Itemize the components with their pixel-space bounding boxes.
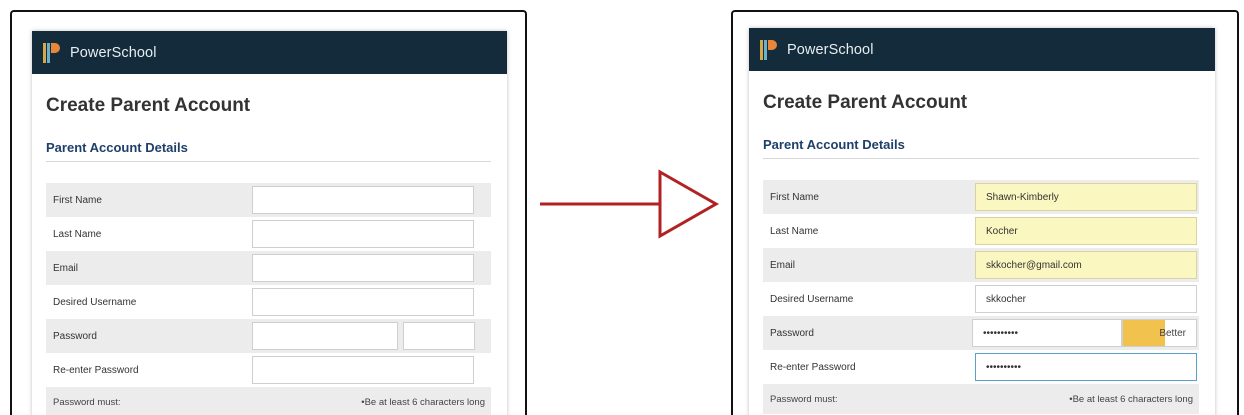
brand-name: PowerSchool <box>787 41 874 58</box>
password-rule: •Be at least 6 characters long <box>361 396 485 408</box>
reenter-password-row: Re-enter Password •••••••••• <box>763 350 1199 384</box>
first-name-label: First Name <box>770 191 819 203</box>
email-input[interactable] <box>252 254 474 282</box>
form-panel: PowerSchool Create Parent Account Parent… <box>749 28 1215 415</box>
password-row: Password <box>46 319 491 353</box>
section-title: Parent Account Details <box>46 140 188 155</box>
first-name-row: First Name Shawn-Kimberly <box>763 180 1199 214</box>
password-must-label: Password must: <box>770 393 838 405</box>
password-label: Password <box>770 327 814 339</box>
last-name-row: Last Name Kocher <box>763 214 1199 248</box>
username-label: Desired Username <box>53 296 137 308</box>
last-name-label: Last Name <box>53 228 102 240</box>
password-rule: •Be at least 6 characters long <box>1069 393 1193 405</box>
email-row: Email <box>46 251 491 285</box>
app-header: PowerSchool <box>32 31 507 74</box>
password-rules-row: Password must: •Be at least 6 characters… <box>46 387 491 415</box>
username-row: Desired Username <box>46 285 491 319</box>
first-name-input[interactable]: Shawn-Kimberly <box>975 183 1197 211</box>
reenter-password-input[interactable] <box>252 356 474 384</box>
email-label: Email <box>53 262 79 274</box>
username-input[interactable] <box>252 288 474 316</box>
account-form: First Name Last Name Email Desired Usern… <box>46 183 491 415</box>
page-title: Create Parent Account <box>763 92 968 113</box>
brand-name: PowerSchool <box>70 44 157 61</box>
email-label: Email <box>770 259 796 271</box>
app-header: PowerSchool <box>749 28 1215 71</box>
page-title: Create Parent Account <box>46 95 251 116</box>
password-label: Password <box>53 330 97 342</box>
empty-form-screenshot: PowerSchool Create Parent Account Parent… <box>10 10 527 415</box>
password-input[interactable]: •••••••••• <box>972 319 1122 347</box>
powerschool-logo-icon <box>42 42 60 64</box>
username-label: Desired Username <box>770 293 854 305</box>
last-name-row: Last Name <box>46 217 491 251</box>
email-row: Email skkocher@gmail.com <box>763 248 1199 282</box>
password-must-label: Password must: <box>53 396 121 408</box>
divider <box>763 158 1199 159</box>
form-panel: PowerSchool Create Parent Account Parent… <box>32 31 507 415</box>
password-rules-row: Password must: •Be at least 6 characters… <box>763 384 1199 414</box>
username-input[interactable]: skkocher <box>975 285 1197 313</box>
password-strength-meter <box>403 322 475 350</box>
email-input[interactable]: skkocher@gmail.com <box>975 251 1197 279</box>
reenter-password-label: Re-enter Password <box>770 361 856 373</box>
last-name-input[interactable] <box>252 220 474 248</box>
first-name-row: First Name <box>46 183 491 217</box>
reenter-password-label: Re-enter Password <box>53 364 139 376</box>
strength-label: Better <box>1159 327 1186 339</box>
divider <box>46 161 491 162</box>
password-row: Password •••••••••• Better <box>763 316 1199 350</box>
last-name-input[interactable]: Kocher <box>975 217 1197 245</box>
filled-form-screenshot: PowerSchool Create Parent Account Parent… <box>731 10 1239 415</box>
last-name-label: Last Name <box>770 225 819 237</box>
username-row: Desired Username skkocher <box>763 282 1199 316</box>
first-name-input[interactable] <box>252 186 474 214</box>
account-form: First Name Shawn-Kimberly Last Name Koch… <box>763 180 1199 414</box>
password-strength-meter: Better <box>1122 319 1197 347</box>
reenter-password-row: Re-enter Password <box>46 353 491 387</box>
password-input[interactable] <box>252 322 398 350</box>
first-name-label: First Name <box>53 194 102 206</box>
reenter-password-input[interactable]: •••••••••• <box>975 353 1197 381</box>
right-arrow-icon <box>540 169 720 239</box>
powerschool-logo-icon <box>759 39 777 61</box>
section-title: Parent Account Details <box>763 137 905 152</box>
